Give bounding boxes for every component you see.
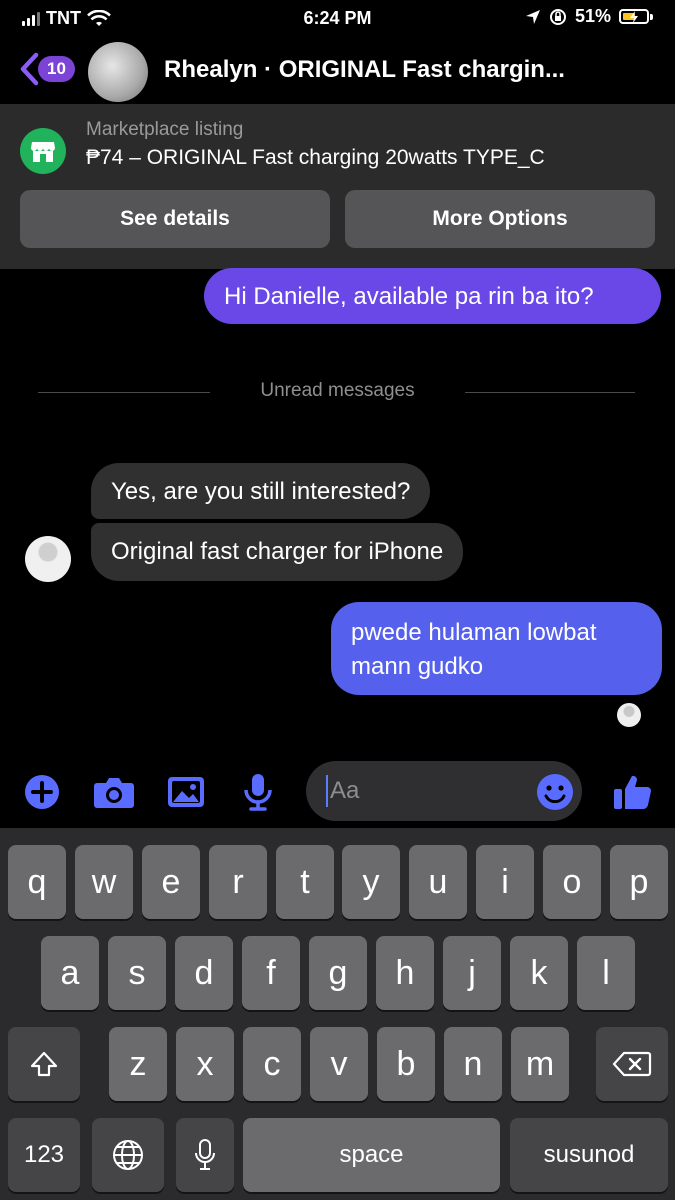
marketplace-listing-card: Marketplace listing ₱74 – ORIGINAL Fast … xyxy=(0,104,675,269)
message-outgoing[interactable]: Hi Danielle, available pa rin ba ito? xyxy=(204,268,661,324)
key-i[interactable]: i xyxy=(476,845,534,919)
globe-key[interactable] xyxy=(92,1118,164,1192)
numbers-key[interactable]: 123 xyxy=(8,1118,80,1192)
back-button[interactable]: 10 xyxy=(18,52,75,86)
keyboard: q w e r t y u i o p a s d f g h j k l z … xyxy=(0,828,675,1200)
contact-avatar[interactable] xyxy=(88,42,148,102)
message-outgoing[interactable]: pwede hulaman lowbat mann gudko xyxy=(331,602,662,695)
listing-label: Marketplace listing xyxy=(86,119,244,140)
listing-summary[interactable]: ₱74 – ORIGINAL Fast charging 20watts TYP… xyxy=(86,146,545,170)
like-icon[interactable] xyxy=(610,770,654,814)
status-right: 51% xyxy=(525,6,653,27)
shift-icon xyxy=(30,1051,58,1077)
key-k[interactable]: k xyxy=(510,936,568,1010)
space-key[interactable]: space xyxy=(243,1118,500,1192)
plus-icon[interactable] xyxy=(20,770,64,814)
key-q[interactable]: q xyxy=(8,845,66,919)
text-cursor xyxy=(326,775,328,807)
return-key[interactable]: susunod xyxy=(510,1118,668,1192)
microphone-icon[interactable] xyxy=(236,770,280,814)
key-m[interactable]: m xyxy=(511,1027,569,1101)
key-x[interactable]: x xyxy=(176,1027,234,1101)
unread-count-badge: 10 xyxy=(38,56,75,82)
message-composer: Aa xyxy=(0,756,675,828)
sender-avatar[interactable] xyxy=(25,536,71,582)
key-e[interactable]: e xyxy=(142,845,200,919)
key-d[interactable]: d xyxy=(175,936,233,1010)
key-y[interactable]: y xyxy=(342,845,400,919)
chat-title[interactable]: Rhealyn · ORIGINAL Fast chargin... xyxy=(164,56,565,84)
chevron-left-icon xyxy=(20,52,39,86)
key-z[interactable]: z xyxy=(109,1027,167,1101)
key-j[interactable]: j xyxy=(443,936,501,1010)
unread-messages-label: Unread messages xyxy=(260,380,415,401)
seen-receipt-avatar xyxy=(617,703,641,727)
dictation-key[interactable] xyxy=(176,1118,234,1192)
globe-icon xyxy=(113,1140,143,1170)
gallery-icon[interactable] xyxy=(164,770,208,814)
key-c[interactable]: c xyxy=(243,1027,301,1101)
message-incoming[interactable]: Yes, are you still interested? xyxy=(91,463,431,519)
location-icon xyxy=(525,9,540,24)
battery-percent: 51% xyxy=(574,6,611,26)
key-n[interactable]: n xyxy=(444,1027,502,1101)
key-h[interactable]: h xyxy=(376,936,434,1010)
key-r[interactable]: r xyxy=(209,845,267,919)
status-bar: TNT 6:24 PM 51% xyxy=(0,0,675,36)
unread-divider-right xyxy=(465,392,635,393)
message-incoming[interactable]: Original fast charger for iPhone xyxy=(91,523,464,581)
camera-icon[interactable] xyxy=(92,770,136,814)
key-f[interactable]: f xyxy=(242,936,300,1010)
backspace-key[interactable] xyxy=(596,1027,668,1101)
shift-key[interactable] xyxy=(8,1027,80,1101)
emoji-icon[interactable] xyxy=(533,770,577,814)
marketplace-store-icon xyxy=(20,128,66,174)
see-details-button[interactable]: See details xyxy=(20,190,330,248)
backspace-icon xyxy=(612,1051,652,1077)
microphone-icon xyxy=(195,1139,215,1170)
key-l[interactable]: l xyxy=(577,936,635,1010)
more-options-button[interactable]: More Options xyxy=(345,190,655,248)
key-v[interactable]: v xyxy=(310,1027,368,1101)
key-u[interactable]: u xyxy=(409,845,467,919)
chat-header: 10 Rhealyn · ORIGINAL Fast chargin... xyxy=(0,36,675,104)
key-g[interactable]: g xyxy=(309,936,367,1010)
key-a[interactable]: a xyxy=(41,936,99,1010)
rotation-lock-icon xyxy=(549,8,566,25)
key-w[interactable]: w xyxy=(75,845,133,919)
key-p[interactable]: p xyxy=(610,845,668,919)
key-o[interactable]: o xyxy=(543,845,601,919)
key-t[interactable]: t xyxy=(276,845,334,919)
key-b[interactable]: b xyxy=(377,1027,435,1101)
key-s[interactable]: s xyxy=(108,936,166,1010)
message-input-placeholder: Aa xyxy=(330,777,360,804)
battery-icon xyxy=(619,9,653,24)
